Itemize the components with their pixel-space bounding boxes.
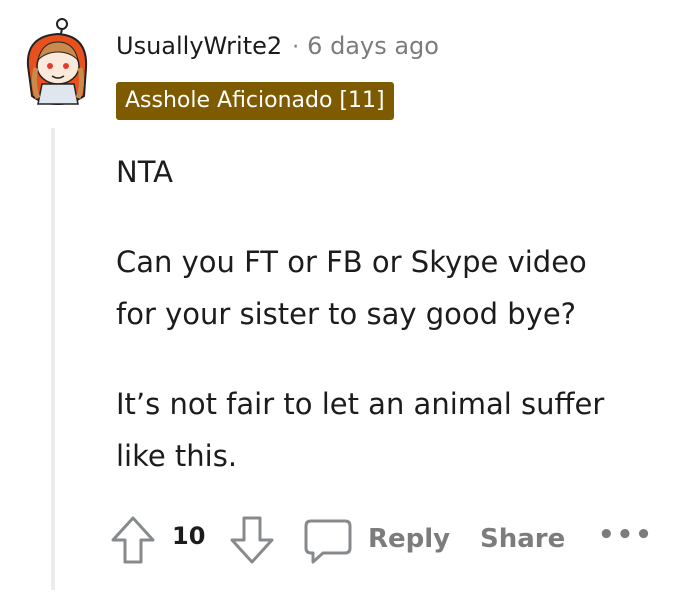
comment-header: UsuallyWrite2 · 6 days ago <box>116 32 439 60</box>
user-flair-badge: Asshole Aficionado [11] <box>116 82 394 120</box>
comment-body-line: Can you FT or FB or Skype video <box>116 245 587 279</box>
meta-separator: · <box>292 35 300 60</box>
comment-body-line: for your sister to say good bye? <box>116 297 577 331</box>
speech-bubble-icon <box>304 519 352 564</box>
ellipsis-icon[interactable]: ••• <box>598 520 654 550</box>
comment-body-line: It’s not fair to let an animal suffer <box>116 387 605 421</box>
reply-button[interactable] <box>302 516 354 566</box>
comment-timestamp[interactable]: 6 days ago <box>307 32 439 60</box>
share-button[interactable]: Share <box>480 524 565 554</box>
vote-score: 10 <box>172 522 206 550</box>
reply-label[interactable]: Reply <box>368 524 450 554</box>
user-avatar[interactable] <box>22 18 94 108</box>
comment-body-line: like this. <box>116 439 238 473</box>
snoo-avatar-icon <box>26 18 88 106</box>
downvote-button[interactable] <box>226 512 278 568</box>
username-link[interactable]: UsuallyWrite2 <box>116 32 282 60</box>
upvote-arrow-icon <box>111 516 155 564</box>
upvote-button[interactable] <box>108 512 158 568</box>
comment-body-line: NTA <box>116 155 173 189</box>
downvote-arrow-icon <box>230 516 274 564</box>
comment-action-bar: 10 Reply Share ••• <box>0 512 700 568</box>
